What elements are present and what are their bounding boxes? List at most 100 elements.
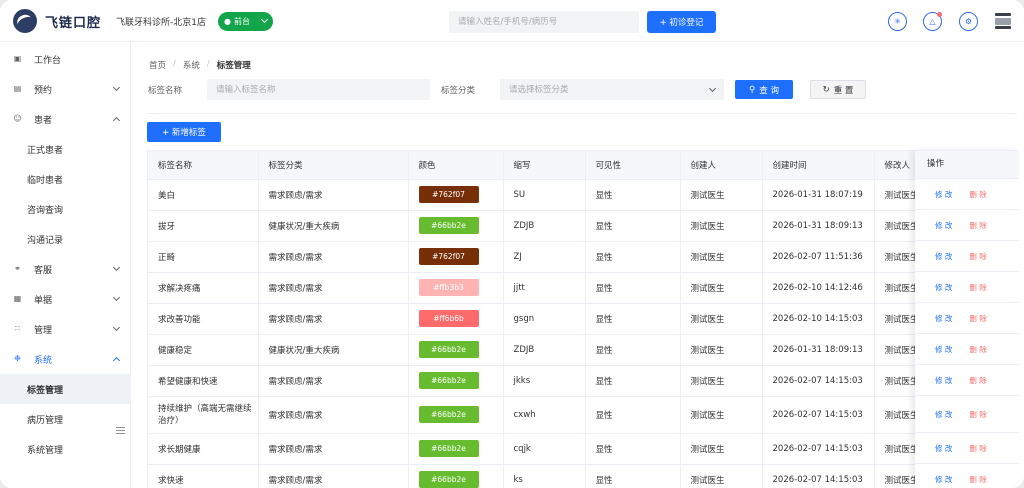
category-cell: 需求顾虑/需求	[258, 365, 409, 397]
delete-button[interactable]: 删 除	[969, 313, 986, 324]
abbr-cell: cqjk	[503, 433, 586, 465]
reset-button-label: 重 置	[833, 85, 854, 96]
edit-button[interactable]: 修 改	[935, 443, 952, 454]
sidebar-item-consult-query[interactable]: 咨询查询	[0, 194, 131, 224]
sidebar-item-management[interactable]: ∷ 管理	[0, 314, 131, 344]
chevron-down-icon	[112, 263, 121, 272]
chevron-down-icon	[112, 293, 121, 302]
name-cell: 希望健康和快速	[148, 365, 259, 397]
sidebar-item-label: 系统	[34, 356, 53, 366]
delete-button[interactable]: 删 除	[969, 474, 986, 485]
name-cell: 求长期健康	[148, 433, 259, 465]
color-swatch: #66bb2e	[418, 471, 479, 488]
category-cell: 需求顾虑/需求	[258, 396, 409, 434]
edit-button[interactable]: 修 改	[935, 375, 952, 386]
creator-cell: 测试医生	[680, 464, 763, 488]
breadcrumb-section[interactable]: 系统	[183, 59, 200, 71]
sidebar-item-label: 正式患者	[27, 146, 64, 156]
delete-button[interactable]: 删 除	[969, 251, 986, 262]
name-cell: 求解决疼痛	[148, 272, 259, 304]
sidebar-item-customer-service[interactable]: ⚭ 客服	[0, 254, 131, 284]
table-row: 持续维护（高端无需继续治疗） 需求顾虑/需求 #66bb2e cxwh 显性 测试医生 20…	[148, 396, 1018, 434]
edit-button[interactable]: 修 改	[935, 409, 952, 420]
visibility-cell: 显性	[585, 464, 681, 488]
sidebar-item-workbench[interactable]: ▣ 工作台	[0, 44, 131, 74]
sidebar-item-label: 客服	[34, 266, 53, 276]
query-button-label: 查 询	[759, 85, 779, 96]
visibility-cell: 显性	[585, 303, 681, 335]
creator-cell: 测试医生	[680, 433, 763, 465]
logo-icon	[13, 9, 37, 33]
sidebar-item-label: 病历管理	[27, 416, 64, 426]
color-swatch: #66bb2e	[418, 341, 479, 358]
actions-row: 修 改删 除	[915, 210, 1019, 241]
chevron-down-icon	[112, 83, 121, 92]
sidebar-item-appointment[interactable]: ▤ 预约	[0, 74, 131, 104]
creator-cell: 测试医生	[680, 272, 763, 304]
column-header: 操作	[915, 151, 1019, 179]
sun-icon[interactable]: ✳	[888, 12, 907, 31]
delete-button[interactable]: 删 除	[969, 409, 986, 420]
sidebar-item-system-management[interactable]: 系统管理	[0, 434, 131, 464]
created-cell: 2026-01-31 18:07:19	[762, 179, 875, 211]
breadcrumb-home[interactable]: 首页	[149, 59, 166, 71]
delete-button[interactable]: 删 除	[969, 189, 986, 200]
sidebar-item-temp-patients[interactable]: 临时患者	[0, 164, 131, 194]
edit-button[interactable]: 修 改	[935, 474, 952, 485]
edit-button[interactable]: 修 改	[935, 282, 952, 293]
sidebar-item-communication[interactable]: 沟通记录	[0, 224, 131, 254]
created-cell: 2026-02-07 14:15:03	[762, 433, 875, 465]
delete-button[interactable]: 删 除	[969, 220, 986, 231]
reset-button[interactable]: ↻ 重 置	[810, 80, 866, 99]
abbr-cell: gsgn	[503, 303, 586, 335]
delete-button[interactable]: 删 除	[969, 282, 986, 293]
query-button[interactable]: ⚲ 查 询	[735, 80, 793, 99]
edit-button[interactable]: 修 改	[935, 220, 952, 231]
sidebar-item-label: 单据	[34, 296, 53, 306]
first-visit-register-button[interactable]: + 初诊登记	[647, 11, 716, 33]
delete-button[interactable]: 删 除	[969, 375, 986, 386]
name-cell: 正畸	[148, 241, 259, 273]
edit-button[interactable]: 修 改	[935, 251, 952, 262]
actions-row: 修 改删 除	[915, 334, 1019, 365]
abbr-cell: ZJ	[503, 241, 586, 273]
color-cell: #66bb2e	[408, 433, 504, 465]
color-cell: #66bb2e	[408, 210, 504, 242]
delete-button[interactable]: 删 除	[969, 344, 986, 355]
role-switch[interactable]: ● 前台	[218, 12, 273, 31]
tag-name-input[interactable]	[207, 79, 430, 100]
receipt-icon: ▦	[13, 294, 22, 303]
settings-icon[interactable]: ⚙	[959, 12, 978, 31]
chevron-up-icon	[112, 116, 121, 125]
column-header: 可见性	[585, 151, 681, 180]
sidebar-item-record-management[interactable]: 病历管理	[0, 404, 131, 434]
add-tag-button[interactable]: + 新增标签	[147, 122, 221, 142]
avatar[interactable]	[995, 13, 1011, 29]
sidebar-item-formal-patients[interactable]: 正式患者	[0, 134, 131, 164]
tag-category-select[interactable]	[500, 79, 724, 100]
table-row: 求快速 需求顾虑/需求 #66bb2e ks 显性 测试医生 2026-02-07 14:1…	[148, 464, 1018, 488]
bell-icon[interactable]: △	[923, 12, 942, 31]
visibility-cell: 显性	[585, 179, 681, 211]
refresh-icon: ↻	[822, 84, 830, 95]
delete-button[interactable]: 删 除	[969, 443, 986, 454]
clinic-name[interactable]: 飞联牙科诊所-北京1店	[116, 15, 206, 28]
edit-button[interactable]: 修 改	[935, 189, 952, 200]
menu-collapse-icon[interactable]	[116, 427, 125, 434]
actions-row: 修 改删 除	[915, 179, 1019, 210]
abbr-cell: ZDJB	[503, 334, 586, 366]
sidebar-item-patients[interactable]: ☺ 患者	[0, 104, 131, 134]
sidebar-item-tag-management[interactable]: 标签管理	[0, 374, 131, 404]
patient-search-input[interactable]	[449, 11, 639, 33]
edit-button[interactable]: 修 改	[935, 313, 952, 324]
divider	[147, 113, 1017, 114]
visibility-cell: 显性	[585, 365, 681, 397]
desktop-icon: ▣	[13, 54, 22, 63]
visibility-cell: 显性	[585, 241, 681, 273]
edit-button[interactable]: 修 改	[935, 344, 952, 355]
sidebar-item-documents[interactable]: ▦ 单据	[0, 284, 131, 314]
created-cell: 2026-02-10 14:15:03	[762, 303, 875, 335]
sidebar-item-system[interactable]: ❉ 系统	[0, 344, 131, 374]
name-cell: 美白	[148, 179, 259, 211]
color-swatch: #66bb2e	[418, 217, 479, 234]
